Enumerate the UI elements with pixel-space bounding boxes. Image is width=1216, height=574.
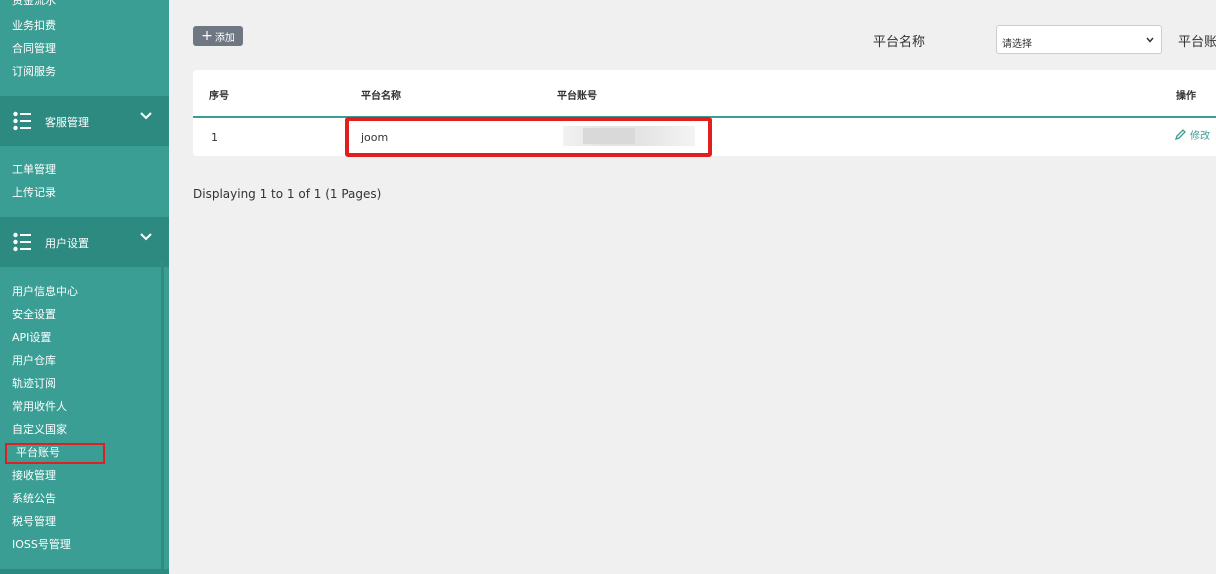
list-icon	[13, 232, 31, 252]
chevron-down-icon	[140, 233, 152, 241]
sidebar-item-frequent-recipients[interactable]: 常用收件人	[12, 400, 67, 414]
sidebar-item-user-info-center[interactable]: 用户信息中心	[12, 285, 78, 299]
sidebar-section-user-settings[interactable]: 用户设置	[0, 217, 169, 267]
sidebar-section-label: 用户设置	[45, 237, 89, 250]
chevron-down-icon	[140, 112, 152, 120]
column-header-platform-name: 平台名称	[361, 91, 401, 102]
sidebar-item-upload-records[interactable]: 上传记录	[12, 186, 56, 200]
sidebar-item-user-warehouse[interactable]: 用户仓库	[12, 354, 56, 368]
add-button[interactable]: + 添加	[193, 26, 243, 46]
column-header-platform-account: 平台账号	[557, 91, 597, 102]
column-header-action: 操作	[1176, 91, 1196, 102]
edit-pencil-icon	[1174, 129, 1186, 141]
cell-index: 1	[211, 131, 218, 144]
platform-account-filter-label: 平台账	[1178, 35, 1216, 50]
sidebar: 资金流水 业务扣费 合同管理 订阅服务 客服管理 工单管理 上传记录 用户设置	[0, 0, 169, 574]
sidebar-item-track-subscription[interactable]: 轨迹订阅	[12, 377, 56, 391]
sidebar-item-custom-country[interactable]: 自定义国家	[12, 423, 67, 437]
sidebar-section-label: 客服管理	[45, 116, 89, 129]
edit-button-label: 修改	[1190, 131, 1210, 142]
platform-name-select[interactable]: 请选择	[996, 25, 1162, 54]
sidebar-item-tax-number[interactable]: 税号管理	[12, 515, 56, 529]
add-button-label: 添加	[214, 32, 235, 44]
plus-icon: +	[201, 28, 213, 44]
sidebar-scrollbar[interactable]	[161, 260, 164, 570]
list-icon	[13, 111, 31, 131]
sidebar-item-fund-flow[interactable]: 资金流水	[12, 0, 56, 8]
sidebar-section-customer-service[interactable]: 客服管理	[0, 96, 169, 146]
sidebar-item-subscription-service[interactable]: 订阅服务	[12, 65, 56, 79]
edit-button[interactable]: 修改	[1174, 127, 1210, 142]
sidebar-item-ioss-number[interactable]: IOSS号管理	[12, 538, 71, 552]
sidebar-item-business-deduction[interactable]: 业务扣费	[12, 19, 56, 33]
sidebar-item-ticket-management[interactable]: 工单管理	[12, 163, 56, 177]
sidebar-item-contract-management[interactable]: 合同管理	[12, 42, 56, 56]
column-header-index: 序号	[209, 91, 229, 102]
pagination-info: Displaying 1 to 1 of 1 (1 Pages)	[193, 187, 382, 201]
sidebar-item-api-settings[interactable]: API设置	[12, 331, 51, 345]
sidebar-item-security-settings[interactable]: 安全设置	[12, 308, 56, 322]
active-item-highlight	[5, 443, 105, 464]
sidebar-item-receiving-management[interactable]: 接收管理	[12, 469, 56, 483]
select-placeholder: 请选择	[1002, 39, 1032, 50]
platform-name-filter-label: 平台名称	[873, 35, 926, 50]
row-highlight-annotation	[345, 117, 712, 157]
sidebar-item-system-announcement[interactable]: 系统公告	[12, 492, 56, 506]
chevron-down-icon	[1146, 37, 1154, 43]
sidebar-bottom-bar	[0, 569, 169, 574]
